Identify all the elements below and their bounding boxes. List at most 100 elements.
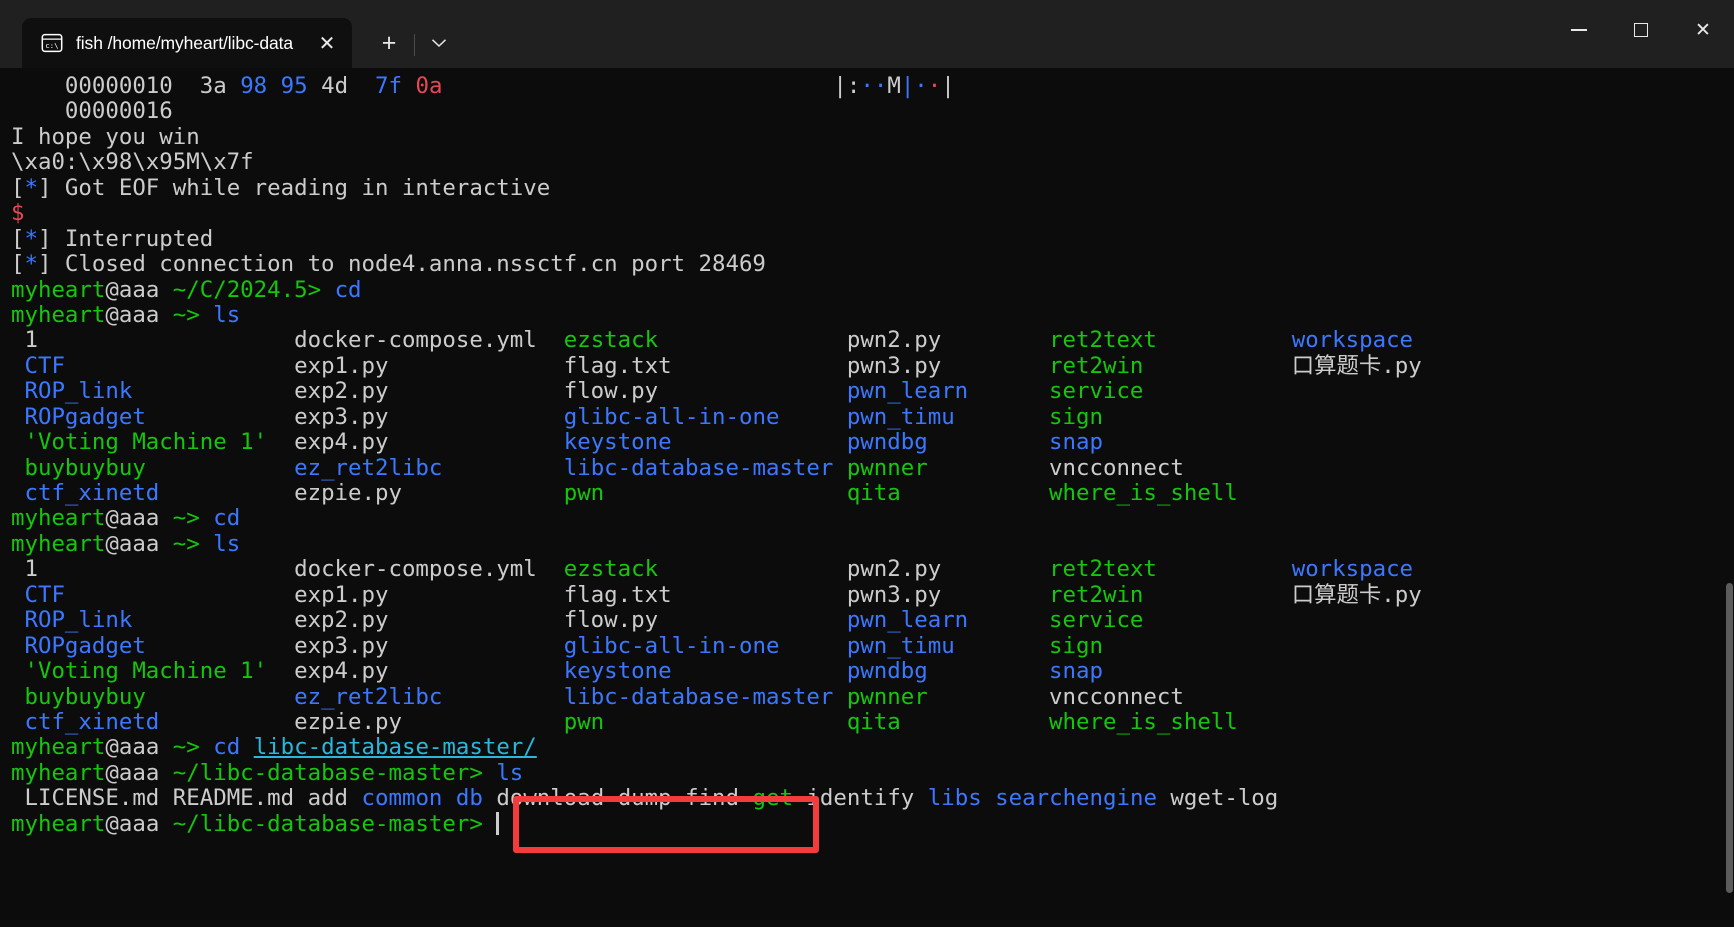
listing-entry: libs <box>927 785 982 812</box>
hexdump-byte: 3a <box>199 73 227 99</box>
close-window-button[interactable]: ✕ <box>1672 0 1734 60</box>
terminal-content[interactable]: 00000010 3a 98 95 4d 7f 0a |:··M|··| 000… <box>0 68 1734 927</box>
bracket-open: [ <box>11 174 25 201</box>
listing-gap <box>941 353 1049 379</box>
prompt-path: ~> <box>172 301 200 328</box>
hexdump-byte: 4d <box>321 73 349 99</box>
listing-entry: pwn3.py <box>846 581 942 608</box>
listing-gap <box>672 353 847 379</box>
listing-entry: libc-database-master <box>563 454 834 481</box>
listing-entry: vncconnect <box>1049 454 1184 481</box>
listing-gap <box>159 709 294 735</box>
listing-gap <box>658 556 847 582</box>
prompt-user: myheart <box>11 301 106 328</box>
listing-gap <box>388 378 563 404</box>
listing-entry: ezpie.py <box>294 708 402 735</box>
output-line: $ <box>11 200 1734 226</box>
listing-entry: README.md <box>172 785 295 812</box>
listing-entry: exp3.py <box>294 632 389 659</box>
listing-entry: pwn2.py <box>846 327 942 354</box>
terminal-tab[interactable]: c:\ fish /home/myheart/libc-data ✕ <box>22 18 352 68</box>
status-line: [*] Interrupted <box>11 226 1734 252</box>
listing-gap <box>402 480 564 506</box>
listing-indent <box>11 785 24 811</box>
terminal-scrollbar[interactable] <box>1725 68 1734 927</box>
terminal-window: c:\ fish /home/myheart/libc-data ✕ + ✕ 0… <box>0 0 1734 927</box>
prompt-command: cd <box>334 276 362 303</box>
scrollbar-thumb[interactable] <box>1726 583 1733 893</box>
listing-gap <box>442 684 563 710</box>
listing-entry: keystone <box>563 658 672 685</box>
listing-gap <box>38 556 294 582</box>
hexdump-pad <box>456 73 833 99</box>
listing-indent <box>11 327 24 353</box>
listing-entry: ret2win <box>1049 581 1144 608</box>
listing-gap <box>132 378 294 404</box>
listing-entry: 1 <box>24 327 38 354</box>
listing-gap <box>955 633 1049 659</box>
listing-gap <box>294 785 307 811</box>
chevron-down-icon[interactable] <box>419 22 459 64</box>
status-star-icon: * <box>24 174 38 201</box>
listing-entry: get <box>752 785 793 812</box>
tab-close-icon[interactable]: ✕ <box>312 28 342 58</box>
hexdump-ascii-char: · <box>860 73 874 99</box>
listing-gap <box>604 480 847 506</box>
prompt-path: ~> <box>172 734 200 761</box>
listing-entry: pwndbg <box>846 429 928 456</box>
prompt-path: ~/libc-database-master> <box>172 759 483 786</box>
listing-gap <box>658 327 847 353</box>
status-line: [*] Got EOF while reading in interactive <box>11 174 1734 201</box>
listing-gap <box>483 785 496 811</box>
listing-gap <box>914 785 927 811</box>
prompt-command: cd <box>213 734 241 761</box>
hexdump-byte: 95 <box>280 73 308 99</box>
minimize-button[interactable] <box>1548 0 1610 60</box>
listing-gap <box>968 607 1049 633</box>
new-tab-button[interactable]: + <box>368 22 410 64</box>
listing-gap <box>267 429 294 455</box>
listing-gap <box>928 658 1049 684</box>
listing-entry: qita <box>846 480 901 506</box>
listing-gap <box>901 480 1049 506</box>
listing-entry: pwn_timu <box>846 632 955 659</box>
listing-entry: exp4.py <box>294 429 389 456</box>
console-cmd-icon: c:\ <box>40 31 64 55</box>
listing-entry: identify <box>806 785 915 812</box>
listing-entry: LICENSE.md <box>24 785 160 812</box>
listing-gap <box>941 327 1049 353</box>
listing-entry: pwn3.py <box>846 352 942 379</box>
prompt-host: @aaa <box>105 505 160 532</box>
listing-entry: exp2.py <box>294 607 389 634</box>
prompt-user: myheart <box>11 810 106 837</box>
listing-entry: 'Voting Machine 1' <box>24 429 268 456</box>
listing-entry: ez_ret2libc <box>294 683 443 710</box>
prompt-host: @aaa <box>105 301 160 328</box>
listing-gap <box>146 404 294 430</box>
listing-entry: ezstack <box>563 556 659 583</box>
listing-entry: vncconnect <box>1049 683 1184 710</box>
listing-indent <box>11 378 24 404</box>
listing-entry: docker-compose.yml <box>294 556 537 583</box>
listing-indent <box>11 709 24 735</box>
output-line: I hope you win <box>11 124 1734 150</box>
prompt-user: myheart <box>11 759 106 786</box>
listing-indent <box>11 480 24 506</box>
hexdump-ascii-bar: | <box>833 73 847 99</box>
prompt-command: cd <box>213 505 241 532</box>
listing-gap <box>388 582 563 608</box>
bracket-open: [ <box>11 251 25 278</box>
listing-entry: exp2.py <box>294 378 389 405</box>
prompt-line: myheart@aaa ~/C/2024.5> cd <box>11 276 1734 303</box>
listing-entry: exp3.py <box>294 403 389 430</box>
listing-gap <box>941 556 1049 582</box>
listing-row: 'Voting Machine 1' exp4.py keystone pwnd… <box>11 429 1734 456</box>
maximize-button[interactable] <box>1610 0 1672 60</box>
